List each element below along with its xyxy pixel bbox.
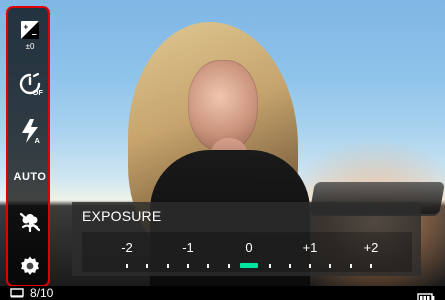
exposure-scale-label: +1 <box>302 240 318 255</box>
exposure-panel: EXPOSURE -2 -1 0 +1 +2 <box>72 202 421 276</box>
svg-text:A: A <box>35 136 41 145</box>
macro-flower-icon <box>19 212 41 233</box>
flash-auto-icon: A <box>22 119 41 145</box>
exposure-scale-tick <box>126 264 128 268</box>
scene-mode-button[interactable]: AUTO <box>10 157 50 197</box>
macro-mode-button[interactable] <box>10 202 50 242</box>
exposure-scale-tick <box>289 264 291 268</box>
timer-off-icon: OFF <box>19 72 44 97</box>
camera-screen: + − ±0 OFF A AUTO <box>0 0 445 300</box>
exposure-scale-tick <box>187 264 189 268</box>
exposure-scale-tick <box>167 264 169 268</box>
battery-icon <box>417 293 435 300</box>
exposure-scale-tick <box>350 264 352 268</box>
exposure-scale-tick <box>269 264 271 268</box>
frame-counter: 8/10 <box>30 286 54 300</box>
exposure-scale-tick <box>309 264 311 268</box>
frame-icon <box>10 288 24 298</box>
self-timer-button[interactable]: OFF <box>10 64 50 104</box>
exposure-selection-indicator <box>240 263 258 268</box>
frame-status: 8/10 <box>10 286 53 300</box>
exposure-scale-label: 0 <box>245 240 253 255</box>
gear-icon <box>21 256 39 275</box>
exposure-scale-tick <box>228 264 230 268</box>
battery-indicator <box>417 288 435 300</box>
flash-mode-button[interactable]: A <box>10 111 50 151</box>
camera-toolbar: + − ±0 OFF A AUTO <box>6 6 50 287</box>
exposure-scale-tick <box>146 264 148 268</box>
exposure-comp-icon-glyph: + − <box>21 21 39 40</box>
exposure-title: EXPOSURE <box>82 208 162 224</box>
status-bar: 8/10 <box>0 286 445 300</box>
settings-button[interactable] <box>10 246 50 286</box>
svg-text:OFF: OFF <box>33 88 44 97</box>
exposure-comp-value: ±0 <box>25 42 35 51</box>
exposure-scale-tick <box>329 264 331 268</box>
exposure-scale[interactable]: -2 -1 0 +1 +2 <box>82 232 412 272</box>
svg-text:−: − <box>32 30 37 40</box>
exposure-scale-label: -1 <box>182 240 194 255</box>
exposure-scale-label: +2 <box>363 240 379 255</box>
exposure-comp-icon: + − ±0 <box>19 19 41 53</box>
svg-text:+: + <box>24 23 29 32</box>
exposure-scale-tick <box>370 264 372 268</box>
exposure-scale-tick <box>207 264 209 268</box>
exposure-compensation-button[interactable]: + − ±0 <box>10 14 50 58</box>
exposure-scale-label: -2 <box>121 240 133 255</box>
scene-mode-label: AUTO <box>13 171 47 183</box>
